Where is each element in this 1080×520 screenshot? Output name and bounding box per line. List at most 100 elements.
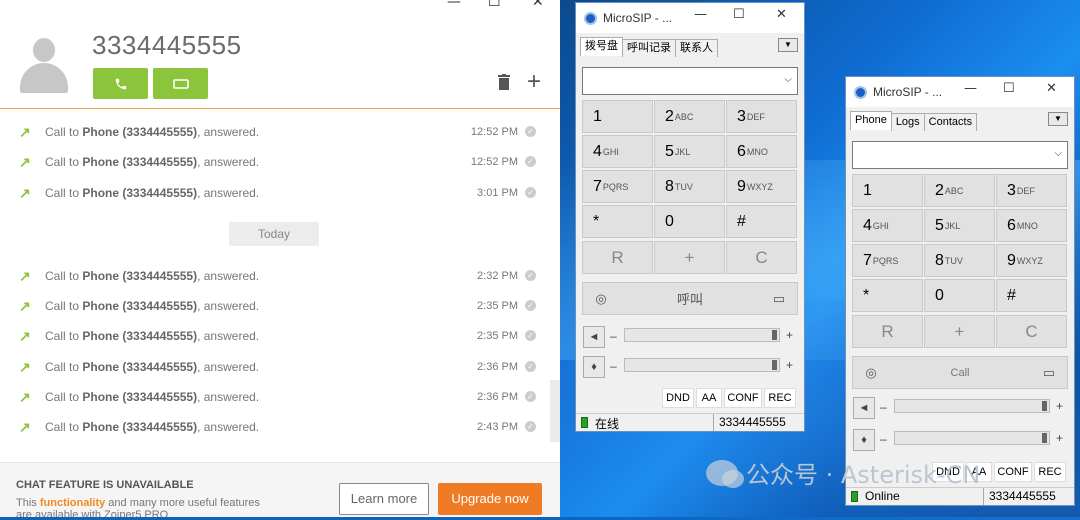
dnd-button[interactable]: DND xyxy=(662,388,694,408)
scrollbar[interactable] xyxy=(550,380,560,442)
dialpad-key-8[interactable]: 8 TUV xyxy=(654,170,725,203)
status-text: 在线 xyxy=(595,417,620,431)
audio-call-button[interactable] xyxy=(93,68,148,99)
close-icon[interactable]: ✕ xyxy=(1046,81,1057,96)
maximize-icon[interactable]: ☐ xyxy=(733,7,745,22)
dialpad-key-2[interactable]: 2 ABC xyxy=(924,174,995,207)
dialpad-key-hash[interactable]: # xyxy=(726,205,797,238)
dialpad-key-9[interactable]: 9 WXYZ xyxy=(726,170,797,203)
conf-button[interactable]: CONF xyxy=(724,388,762,408)
call-log-row[interactable]: ↗ Call to Phone (3334445555), answered. 2:… xyxy=(0,416,560,438)
add-icon[interactable]: + xyxy=(527,70,541,94)
message-icon[interactable]: ▭ xyxy=(762,282,796,315)
dialpad-key-star[interactable]: * xyxy=(582,205,653,238)
dialpad-key-6[interactable]: 6 MNO xyxy=(996,209,1067,242)
functionality-link[interactable]: functionality xyxy=(40,497,105,509)
header-divider xyxy=(0,108,560,109)
dialpad-key-7[interactable]: 7 PQRS xyxy=(852,244,923,277)
avatar xyxy=(20,38,68,94)
maximize-icon[interactable]: ☐ xyxy=(1003,81,1015,96)
call-time: 2:36 PM xyxy=(477,391,518,403)
dialpad-key-3[interactable]: 3 DEF xyxy=(726,100,797,133)
dialpad-key-8[interactable]: 8 TUV xyxy=(924,244,995,277)
microsip-window-en: MicroSIP - ... — ☐ ✕ Phone Logs Contacts… xyxy=(845,76,1075,506)
close-icon[interactable]: ✕ xyxy=(776,7,787,22)
tab-contacts[interactable]: 联系人 xyxy=(675,39,718,57)
close-icon[interactable]: ✕ xyxy=(532,0,544,10)
speaker-icon[interactable]: ◄ xyxy=(583,326,605,348)
add-button[interactable]: + xyxy=(654,241,725,274)
microphone-volume-slider[interactable] xyxy=(624,358,780,372)
trash-icon[interactable] xyxy=(497,74,511,90)
dialpad-key-1[interactable]: 1 xyxy=(582,100,653,133)
online-status-icon xyxy=(581,417,588,428)
aa-button[interactable]: AA xyxy=(696,388,722,408)
minimize-icon[interactable]: — xyxy=(694,7,707,22)
video-call-button[interactable] xyxy=(153,68,208,99)
dialpad-key-6[interactable]: 6 MNO xyxy=(726,135,797,168)
dialpad-key-9[interactable]: 9 WXYZ xyxy=(996,244,1067,277)
call-log-row[interactable]: ↗ Call to Phone (3334445555), answered. 12… xyxy=(0,151,560,173)
call-button[interactable]: 呼叫 xyxy=(620,282,760,315)
call-log-text: Call to Phone (3334445555), answered. xyxy=(45,269,260,283)
tab-contacts[interactable]: Contacts xyxy=(923,113,978,131)
microphone-icon[interactable]: ♦ xyxy=(583,356,605,378)
tab-phone[interactable]: Phone xyxy=(850,111,892,130)
dialpad-key-5[interactable]: 5 JKL xyxy=(924,209,995,242)
chevron-down-icon: ⌵ xyxy=(784,74,792,85)
minimize-icon[interactable]: — xyxy=(447,0,461,10)
learn-more-button[interactable]: Learn more xyxy=(339,483,429,515)
tab-logs[interactable]: Logs xyxy=(890,113,925,131)
tab-call-log[interactable]: 呼叫记录 xyxy=(622,39,676,57)
status-text: Online xyxy=(865,489,900,503)
title-bar: MicroSIP - ... — ☐ ✕ xyxy=(846,77,1074,107)
tab-menu-arrow-icon[interactable]: ▼ xyxy=(1048,112,1068,126)
redial-button[interactable]: R xyxy=(582,241,653,274)
dialpad-key-1[interactable]: 1 xyxy=(852,174,923,207)
dialpad-key-0[interactable]: 0 xyxy=(654,205,725,238)
footer-desc-prefix: This xyxy=(16,497,40,509)
call-log-row[interactable]: ↗ Call to Phone (3334445555), answered. 3:… xyxy=(0,182,560,204)
conf-button[interactable]: CONF xyxy=(994,462,1032,482)
clear-button[interactable]: C xyxy=(996,315,1067,348)
call-log-row[interactable]: ↗ Call to Phone (3334445555), answered. 12… xyxy=(0,121,560,143)
speaker-volume-slider[interactable] xyxy=(894,399,1050,413)
microphone-volume-slider[interactable] xyxy=(894,431,1050,445)
video-call-icon[interactable]: ◎ xyxy=(854,356,888,389)
account-number: 3334445555 xyxy=(983,488,1056,505)
dialpad-key-star[interactable]: * xyxy=(852,279,923,312)
maximize-icon[interactable]: ☐ xyxy=(488,0,501,10)
call-log-row[interactable]: ↗ Call to Phone (3334445555), answered. 2:… xyxy=(0,325,560,347)
microphone-icon[interactable]: ♦ xyxy=(853,429,875,451)
dialpad-key-4[interactable]: 4 GHI xyxy=(582,135,653,168)
call-log-row[interactable]: ↗ Call to Phone (3334445555), answered. 2:… xyxy=(0,295,560,317)
window-title: MicroSIP - ... xyxy=(603,11,673,25)
tab-dialpad[interactable]: 拨号盘 xyxy=(580,37,623,56)
dial-number-input[interactable]: ⌵ xyxy=(852,141,1068,169)
tab-menu-arrow-icon[interactable]: ▼ xyxy=(778,38,798,52)
dialpad-key-5[interactable]: 5 JKL xyxy=(654,135,725,168)
upgrade-now-button[interactable]: Upgrade now xyxy=(438,483,542,515)
dialpad-key-3[interactable]: 3 DEF xyxy=(996,174,1067,207)
redial-button[interactable]: R xyxy=(852,315,923,348)
dialpad-key-hash[interactable]: # xyxy=(996,279,1067,312)
call-log-row[interactable]: ↗ Call to Phone (3334445555), answered. 2:… xyxy=(0,386,560,408)
speaker-volume-slider[interactable] xyxy=(624,328,780,342)
add-button[interactable]: + xyxy=(924,315,995,348)
clear-button[interactable]: C xyxy=(726,241,797,274)
dialpad-key-7[interactable]: 7 PQRS xyxy=(582,170,653,203)
speaker-icon[interactable]: ◄ xyxy=(853,397,875,419)
dialpad-key-2[interactable]: 2 ABC xyxy=(654,100,725,133)
call-time: 3:01 PM xyxy=(477,187,518,199)
call-log-row[interactable]: ↗ Call to Phone (3334445555), answered. 2:… xyxy=(0,265,560,287)
call-button[interactable]: Call xyxy=(890,356,1030,389)
dial-number-input[interactable]: ⌵ xyxy=(582,67,798,95)
minimize-icon[interactable]: — xyxy=(964,81,977,96)
message-icon[interactable]: ▭ xyxy=(1032,356,1066,389)
call-log-row[interactable]: ↗ Call to Phone (3334445555), answered. 2:… xyxy=(0,356,560,378)
rec-button[interactable]: REC xyxy=(1034,462,1066,482)
dialpad-key-4[interactable]: 4 GHI xyxy=(852,209,923,242)
dialpad-key-0[interactable]: 0 xyxy=(924,279,995,312)
video-call-icon[interactable]: ◎ xyxy=(584,282,618,315)
rec-button[interactable]: REC xyxy=(764,388,796,408)
